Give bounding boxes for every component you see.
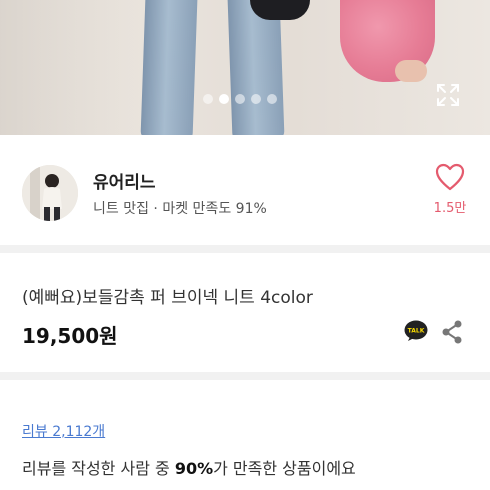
review-summary-suffix: 가 만족한 상품이에요 bbox=[213, 459, 356, 478]
gallery-dot[interactable] bbox=[203, 94, 213, 104]
gallery-pagination bbox=[203, 94, 277, 104]
section-divider bbox=[0, 245, 490, 253]
like-count: 1.5만 bbox=[433, 201, 467, 216]
heart-icon bbox=[435, 163, 465, 191]
gallery-dot[interactable] bbox=[267, 94, 277, 104]
seller-category: 니트 맛집 bbox=[93, 201, 149, 217]
gallery-background bbox=[0, 0, 140, 135]
review-summary: 리뷰를 작성한 사람 중 90%가 만족한 상품이에요 bbox=[22, 455, 356, 479]
seller-description: 니트 맛집 · 마켓 만족도 91% bbox=[93, 198, 267, 218]
seller-name[interactable]: 유어리느 bbox=[93, 168, 156, 193]
kakaotalk-icon[interactable]: TALK bbox=[404, 320, 428, 342]
product-price: 19,500원 bbox=[22, 324, 118, 348]
product-photo-sweater bbox=[250, 0, 310, 20]
like-button[interactable]: 1.5만 bbox=[428, 163, 472, 216]
product-photo-leg-right bbox=[227, 0, 285, 135]
gallery-dot[interactable] bbox=[251, 94, 261, 104]
review-summary-prefix: 리뷰를 작성한 사람 중 bbox=[22, 459, 175, 478]
section-divider bbox=[0, 372, 490, 380]
avatar-image bbox=[22, 165, 78, 221]
gallery-dot[interactable] bbox=[235, 94, 245, 104]
svg-text:TALK: TALK bbox=[408, 328, 425, 335]
review-satisfaction-percent: 90% bbox=[174, 459, 214, 478]
gallery-dot[interactable] bbox=[219, 94, 229, 104]
seller-avatar[interactable] bbox=[22, 165, 78, 221]
satisfaction-label: 마켓 만족도 bbox=[162, 201, 232, 217]
seller-section: 유어리느 니트 맛집 · 마켓 만족도 91% 1.5만 bbox=[0, 135, 490, 245]
product-image-gallery[interactable] bbox=[0, 0, 490, 135]
seller-desc-separator: · bbox=[148, 201, 163, 217]
expand-icon[interactable] bbox=[435, 82, 461, 108]
review-count-link[interactable]: 리뷰 2,112개 bbox=[22, 421, 105, 441]
product-photo-hand bbox=[395, 60, 427, 82]
share-icon[interactable] bbox=[440, 319, 464, 345]
product-title: (예뻐요)보들감촉 퍼 브이넥 니트 4color bbox=[22, 288, 313, 308]
satisfaction-value: 91% bbox=[235, 201, 267, 217]
product-photo-leg-left bbox=[140, 0, 198, 135]
